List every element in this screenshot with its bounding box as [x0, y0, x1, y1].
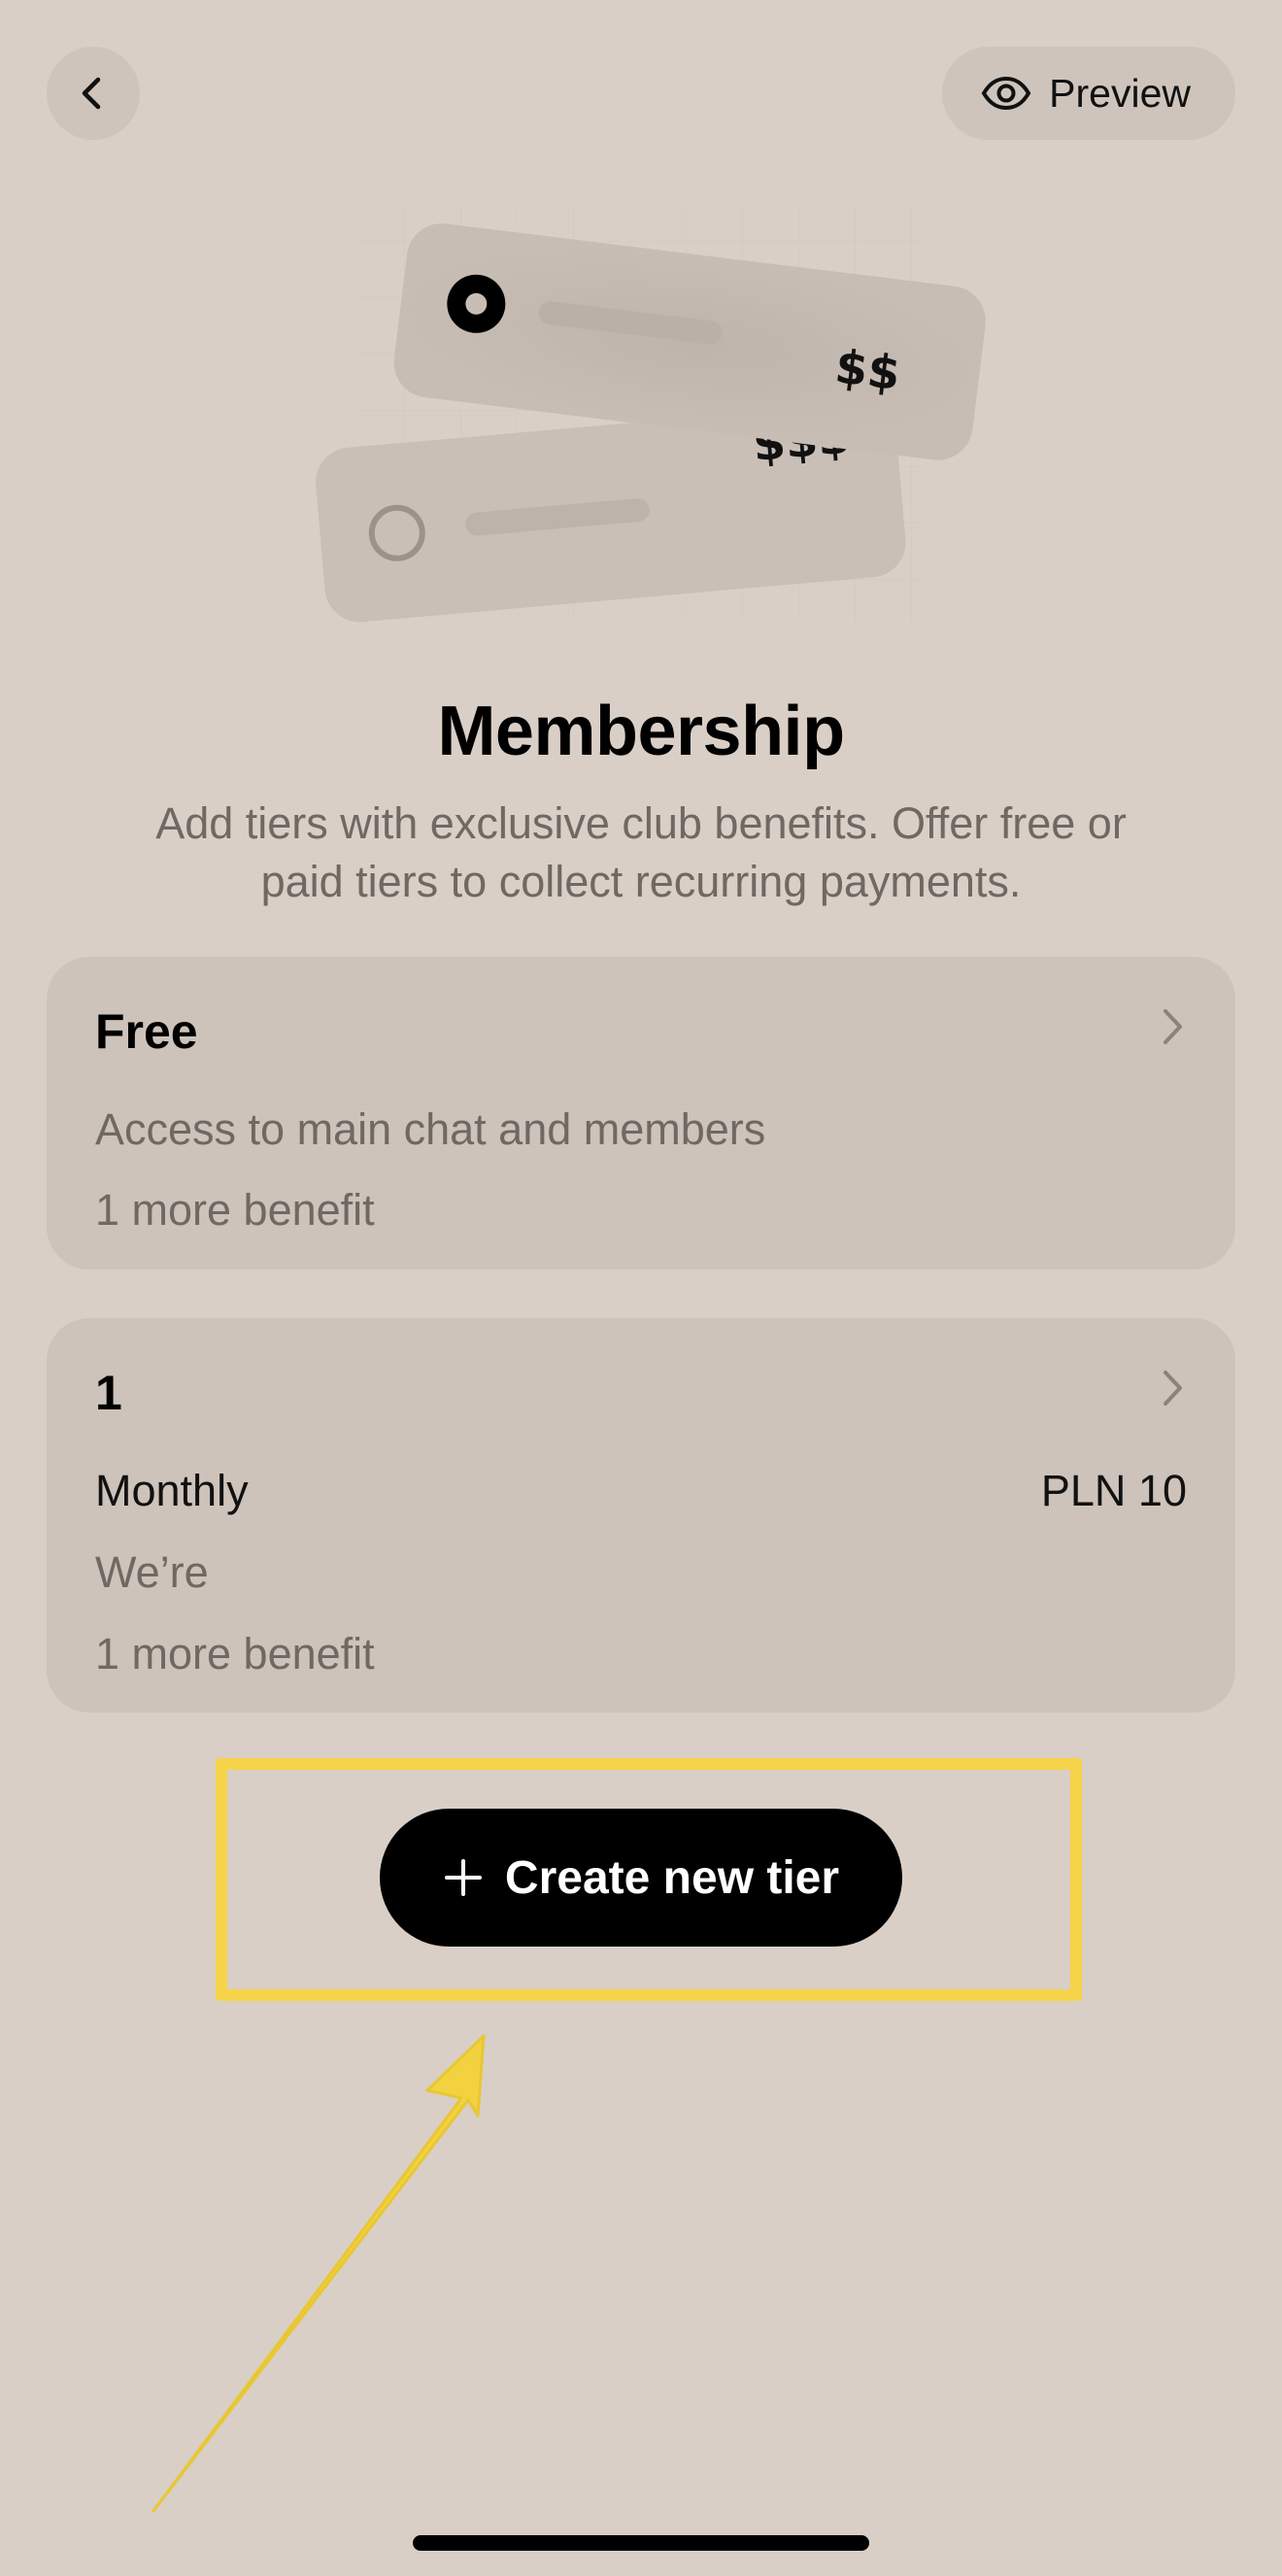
create-new-tier-label: Create new tier: [504, 1851, 840, 1904]
tier-name: Free: [95, 1004, 198, 1059]
tier-benefit: Access to main chat and members: [95, 1104, 766, 1154]
chevron-left-icon: [82, 77, 101, 110]
preview-button[interactable]: Preview: [942, 47, 1235, 140]
tier-benefit: We’re: [95, 1547, 209, 1597]
chevron-right-icon: [1164, 1371, 1182, 1406]
tier-billing-period: Monthly: [95, 1466, 249, 1515]
chevron-right-icon: [1164, 1009, 1182, 1044]
tier-card-1[interactable]: 1 Monthly PLN 10 We’re 1 more benefit: [47, 1318, 1235, 1712]
tier-name: 1: [95, 1366, 122, 1420]
tier-cards-illustration: $$$ $$: [316, 204, 986, 623]
preview-label: Preview: [1049, 70, 1191, 116]
page-subtitle: Add tiers with exclusive club benefits. …: [155, 798, 1127, 906]
page-title: Membership: [437, 693, 845, 770]
tier-price: PLN 10: [1040, 1466, 1187, 1515]
plus-icon: [444, 1859, 482, 1896]
membership-screen: Preview $$$ $$ Memb: [0, 0, 1282, 2576]
create-new-tier-button[interactable]: Create new tier: [380, 1809, 902, 1947]
back-button[interactable]: [47, 47, 140, 140]
tier-more-benefits: 1 more benefit: [95, 1629, 375, 1678]
annotation-arrow: [152, 2034, 486, 2513]
tier-more-benefits: 1 more benefit: [95, 1185, 375, 1235]
front-card-price: $$: [832, 340, 903, 402]
tier-card-free[interactable]: Free Access to main chat and members 1 m…: [47, 957, 1235, 1270]
eye-icon: [981, 76, 1031, 111]
home-indicator: [413, 2535, 869, 2551]
